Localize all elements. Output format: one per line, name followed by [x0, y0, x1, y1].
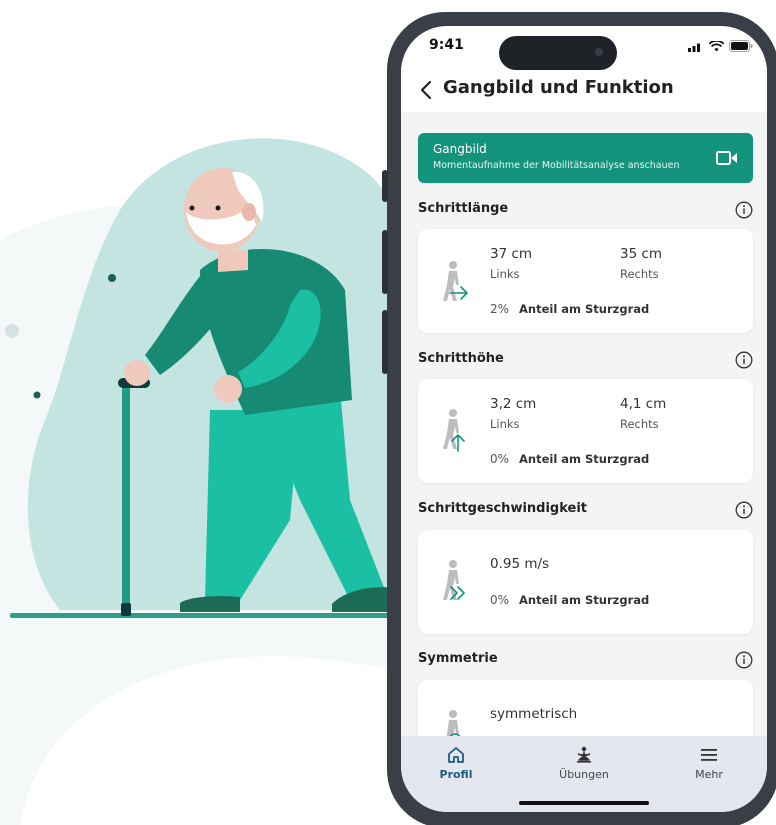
fall-risk-percent: 2% — [490, 302, 510, 316]
signal-icon — [688, 43, 700, 52]
cane — [122, 385, 130, 610]
walking-fast-forward-icon — [443, 560, 465, 600]
tab-label: Mehr — [695, 768, 723, 781]
fall-risk-percent: 0% — [490, 593, 510, 607]
menu-icon — [701, 749, 717, 761]
eye — [215, 205, 221, 211]
wifi-icon — [709, 40, 724, 51]
section-label-schrittgeschwindigkeit: Schrittgeschwindigkeit — [418, 501, 588, 516]
right-label: Rechts — [620, 267, 659, 281]
decor-dot — [108, 274, 116, 282]
symmetry-value: symmetrisch — [490, 706, 578, 722]
phone-side-button — [382, 170, 388, 202]
info-icon[interactable] — [735, 651, 753, 669]
neck — [218, 250, 248, 272]
fall-risk-percent: 0% — [490, 452, 510, 466]
right-label: Rechts — [620, 417, 659, 431]
fall-risk-label: Anteil am Sturzgrad — [519, 452, 650, 466]
dynamic-island — [499, 36, 617, 70]
nav-header: Gangbild und Funktion — [401, 76, 767, 114]
metric-card-schrittlaenge[interactable]: 37 cm Links 35 cm Rechts 2% Anteil am St… — [418, 229, 753, 333]
home-icon — [448, 747, 464, 763]
decor-dot — [33, 391, 41, 399]
gangbild-video-banner[interactable]: Gangbild Momentaufnahme der Mobilitätsan… — [418, 133, 753, 183]
status-bar: 9:41 — [401, 26, 767, 80]
left-value: 3,2 cm — [490, 396, 537, 412]
metric-card-schrittgeschwindigkeit[interactable]: 0.95 m/s 0% Anteil am Sturzgrad — [418, 530, 753, 634]
tab-mehr[interactable]: Mehr — [669, 746, 749, 781]
back-chevron-icon[interactable] — [417, 78, 437, 102]
cane-tip — [121, 603, 131, 616]
fall-risk-label: Anteil am Sturzgrad — [519, 302, 650, 316]
banner-subtitle: Momentaufnahme der Mobilitätsanalyse ans… — [433, 160, 680, 171]
decor-dot — [5, 324, 19, 338]
home-indicator — [519, 801, 649, 805]
section-label-schritthoehe: Schritthöhe — [418, 351, 504, 366]
battery-icon — [729, 40, 753, 52]
ground-line — [10, 613, 390, 618]
speed-value: 0.95 m/s — [490, 556, 550, 572]
tab-profil[interactable]: Profil — [416, 746, 496, 781]
page-title: Gangbild und Funktion — [443, 77, 674, 98]
phone-volume-up — [382, 230, 388, 294]
left-label: Links — [490, 417, 520, 431]
fall-risk-label: Anteil am Sturzgrad — [519, 593, 650, 607]
section-label-schrittlaenge: Schrittlänge — [418, 201, 509, 216]
info-icon[interactable] — [735, 201, 753, 219]
status-icons — [688, 40, 753, 52]
hand — [124, 360, 150, 386]
phone-screen: 9:41 Gangbild und Funktion Gangbild Mome… — [401, 26, 767, 812]
tab-uebungen[interactable]: Übungen — [544, 746, 624, 781]
status-time: 9:41 — [429, 37, 464, 53]
banner-title: Gangbild — [433, 142, 487, 156]
left-value: 37 cm — [490, 246, 533, 262]
scroll-content[interactable]: Gangbild Momentaufnahme der Mobilitätsan… — [401, 112, 767, 760]
metric-card-schritthoehe[interactable]: 3,2 cm Links 4,1 cm Rechts 0% Anteil am … — [418, 379, 753, 483]
tab-label: Profil — [439, 768, 473, 781]
right-value: 4,1 cm — [620, 396, 667, 412]
video-camera-icon — [716, 151, 737, 165]
walking-arrow-right-icon — [443, 261, 468, 301]
eye — [189, 205, 195, 211]
section-label-symmetrie: Symmetrie — [418, 651, 498, 666]
left-label: Links — [490, 267, 520, 281]
info-icon[interactable] — [735, 501, 753, 519]
right-value: 35 cm — [620, 246, 663, 262]
walking-arrow-up-icon — [443, 409, 465, 452]
ear — [242, 203, 256, 221]
tab-label: Übungen — [559, 768, 609, 781]
hand — [214, 375, 242, 403]
exercise-icon — [577, 746, 591, 763]
phone-volume-down — [382, 310, 388, 374]
info-icon[interactable] — [735, 351, 753, 369]
